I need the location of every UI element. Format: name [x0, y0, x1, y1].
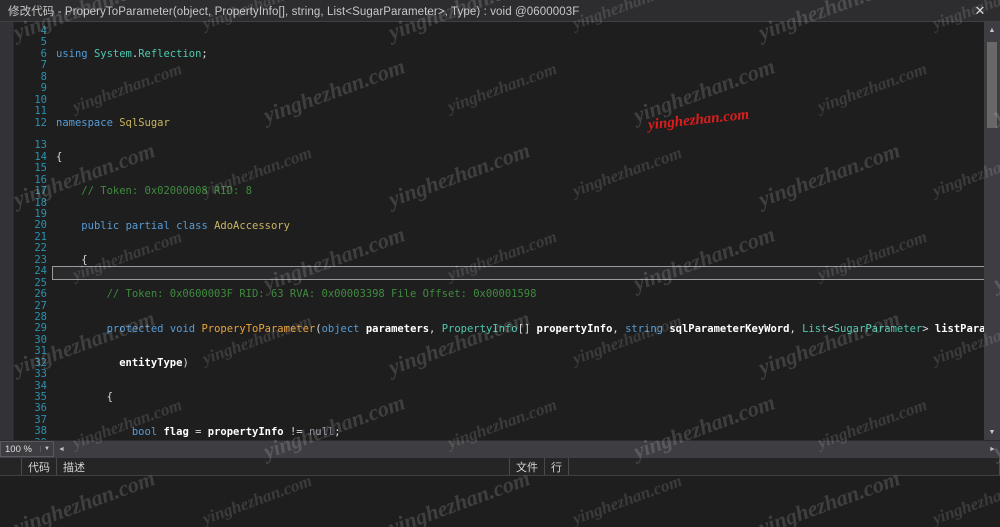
code-line: // Token: 0x0600003F RID: 63 RVA: 0x0000…: [106, 288, 537, 301]
line-number: 31: [34, 345, 47, 358]
error-list-panel: 代码 描述 文件 行: [0, 457, 1000, 527]
column-file[interactable]: 文件: [510, 458, 545, 475]
zoom-level-dropdown[interactable]: 100 % ▼: [0, 441, 54, 457]
row-selector-column: [0, 458, 22, 475]
line-number: 9: [40, 82, 47, 95]
line-number: 24: [34, 265, 47, 278]
code-line: {: [106, 391, 113, 404]
horizontal-scrollbar[interactable]: ◄ ►: [54, 441, 1000, 457]
scroll-down-icon[interactable]: ▼: [984, 424, 1000, 440]
close-icon[interactable]: ✕: [960, 0, 1000, 22]
error-list-header: 代码 描述 文件 行: [0, 458, 1000, 476]
line-number: 26: [34, 288, 47, 301]
code-text[interactable]: using System.Reflection; namespace SqlSu…: [52, 22, 1000, 440]
chevron-down-icon[interactable]: ▼: [40, 446, 53, 452]
window-title: 修改代码 - ProperyToParameter(object, Proper…: [8, 5, 580, 18]
line-number-gutter: 4 5 6 7 8 9 10 11 12 . 13 14 15 16 17 18…: [14, 22, 52, 440]
vertical-scrollbar[interactable]: ▲ ▼: [984, 22, 1000, 440]
vertical-scroll-thumb[interactable]: [987, 42, 997, 128]
title-bar: 修改代码 - ProperyToParameter(object, Proper…: [0, 0, 1000, 22]
fold-margin[interactable]: [0, 22, 14, 440]
column-code[interactable]: 代码: [22, 458, 57, 475]
line-number: 17: [34, 185, 47, 198]
scroll-up-icon[interactable]: ▲: [984, 22, 1000, 38]
column-description[interactable]: 描述: [57, 458, 510, 475]
column-filler: [569, 458, 1000, 475]
line-number: 11: [34, 105, 47, 118]
code-line: namespace SqlSugar: [56, 116, 170, 129]
code-line: // Token: 0x02000008 RID: 8: [81, 185, 252, 198]
code-line: {: [81, 253, 88, 266]
code-line: bool flag = propertyInfo != null;: [131, 425, 341, 438]
zoom-level-value: 100 %: [5, 443, 32, 455]
code-line: {: [56, 150, 63, 163]
line-number: 33: [34, 368, 47, 381]
code-line: entityType): [119, 357, 189, 369]
code-viewer-window: 修改代码 - ProperyToParameter(object, Proper…: [0, 0, 1000, 527]
scroll-left-icon[interactable]: ◄: [54, 446, 69, 453]
horizontal-scroll-track[interactable]: [69, 441, 985, 457]
code-line: public partial class AdoAccessory: [81, 219, 290, 232]
editor-area: 4 5 6 7 8 9 10 11 12 . 13 14 15 16 17 18…: [0, 22, 1000, 440]
line-number: 15: [34, 162, 47, 175]
code-line: protected void ProperyToParameter(object…: [106, 322, 1000, 335]
error-list-body[interactable]: [0, 476, 1000, 527]
editor-status-bar: 100 % ▼ ◄ ►: [0, 440, 1000, 457]
scroll-right-icon[interactable]: ►: [985, 446, 1000, 453]
code-line: using System.Reflection;: [56, 47, 208, 60]
column-line[interactable]: 行: [545, 458, 569, 475]
